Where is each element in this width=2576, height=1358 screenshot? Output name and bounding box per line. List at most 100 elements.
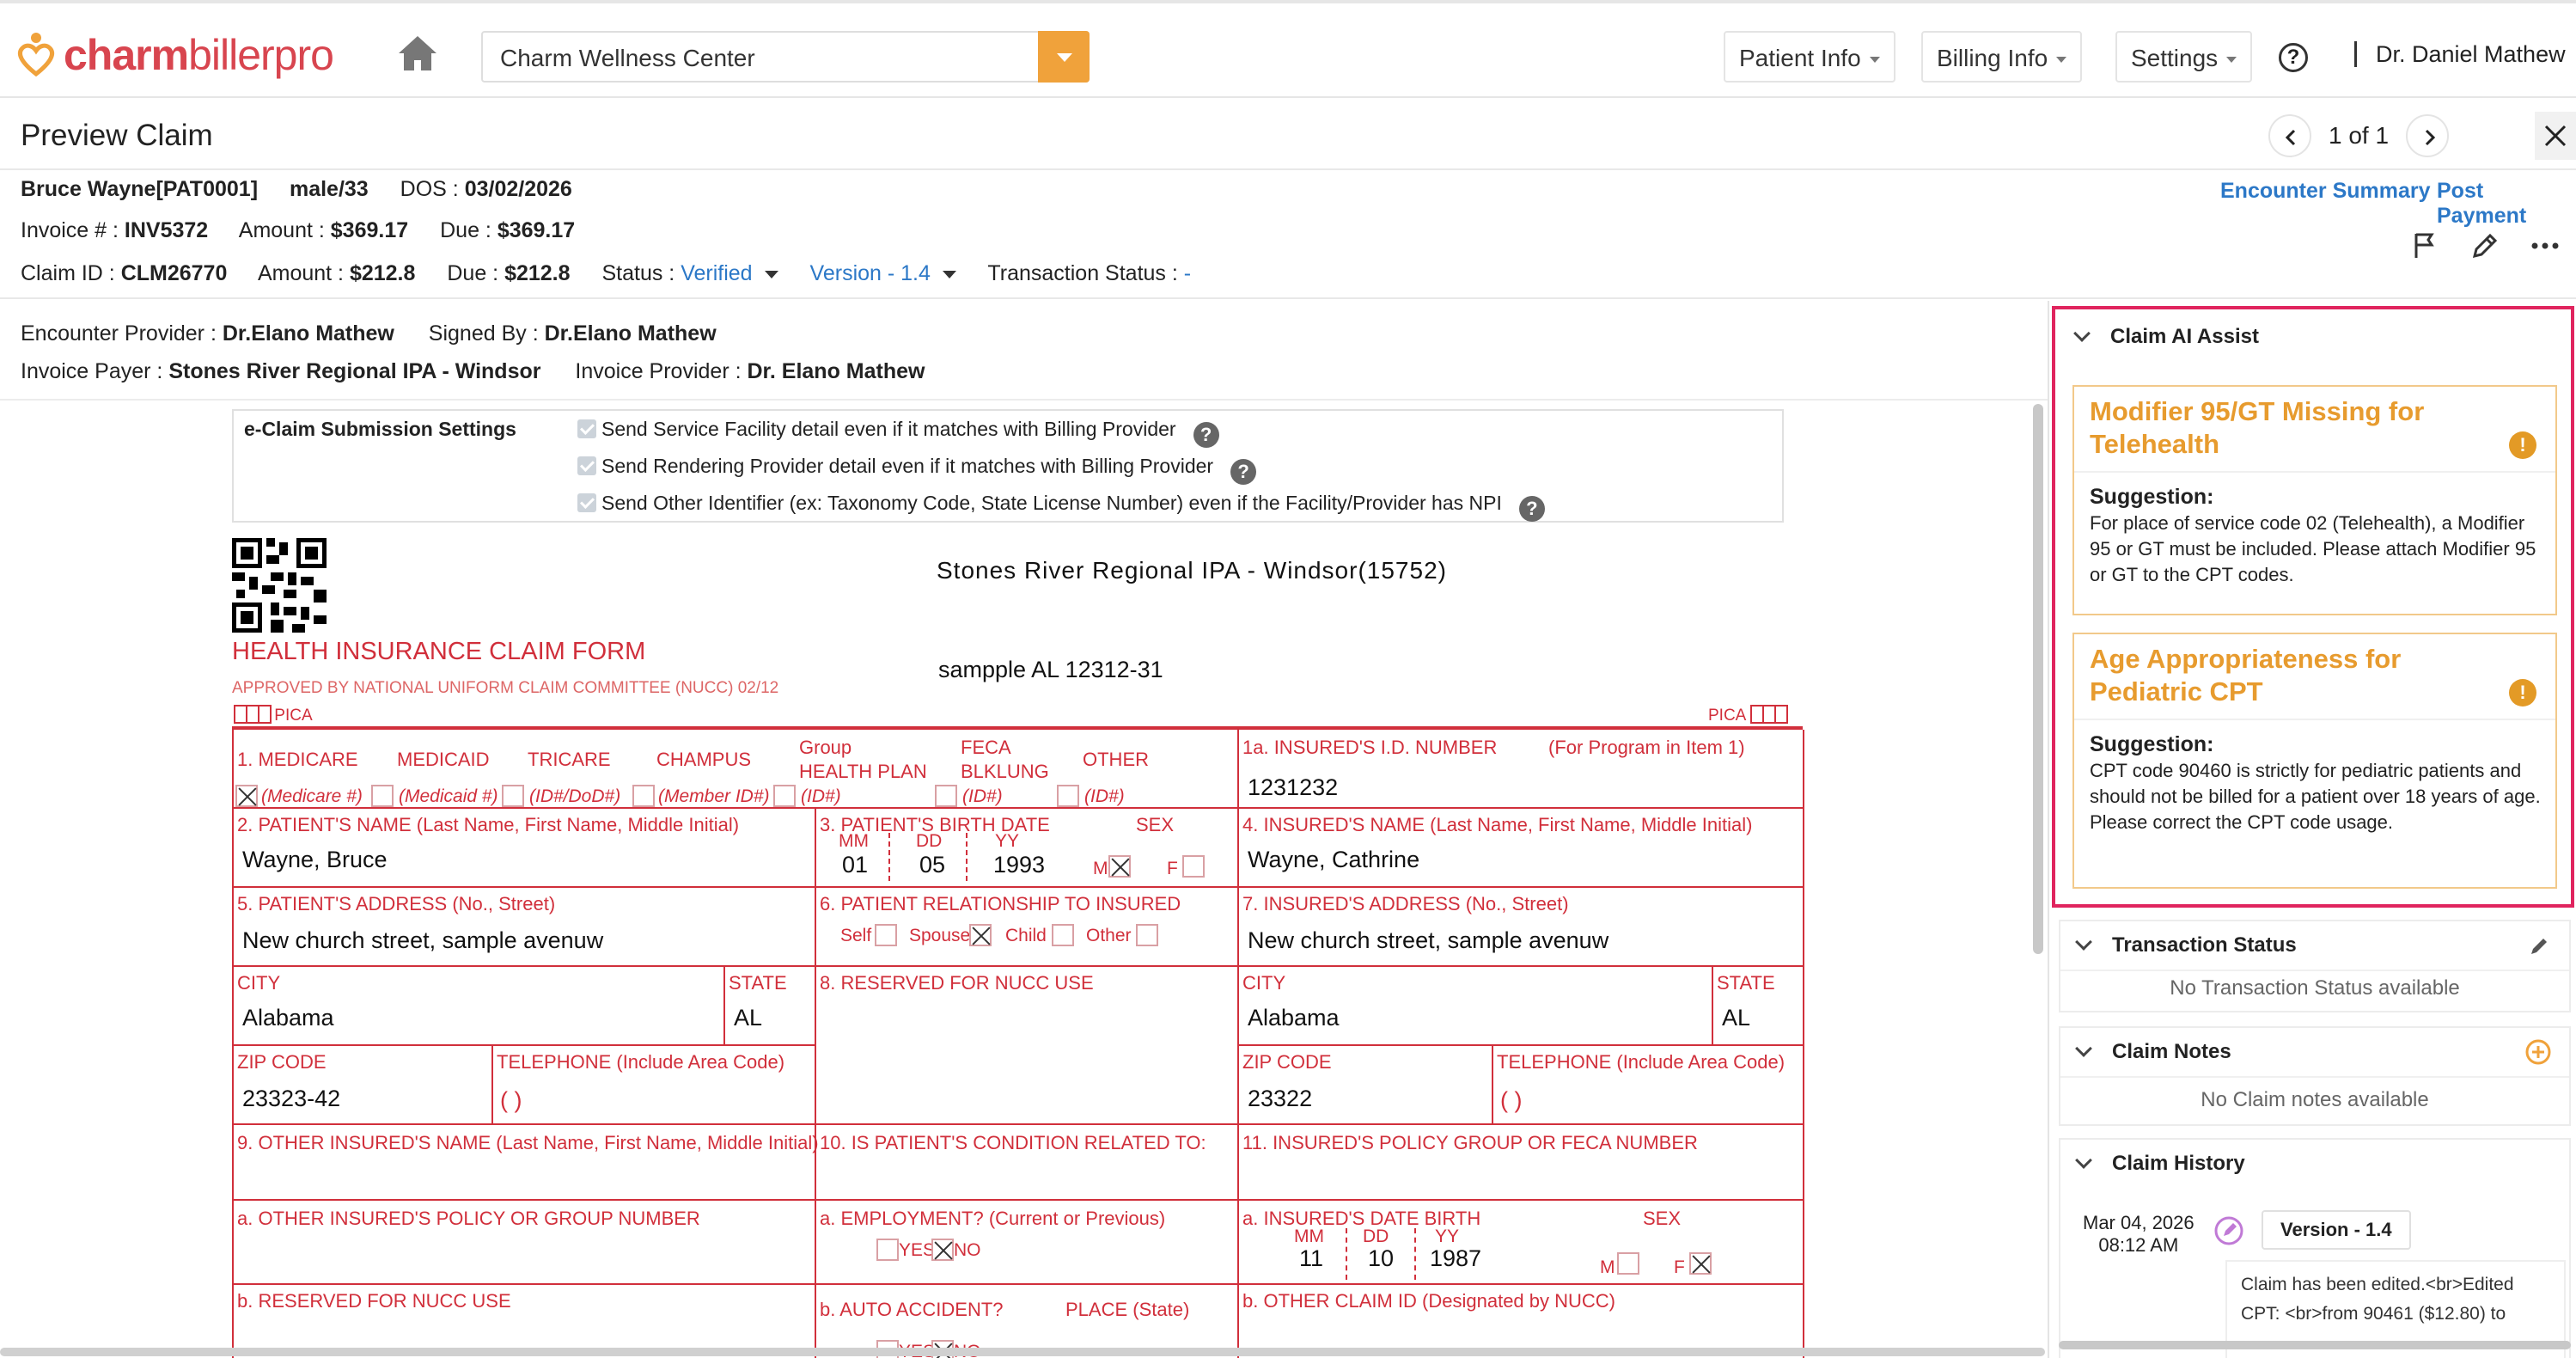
sex-label: SEX [1643,1208,1682,1229]
edit-pencil-icon[interactable] [2469,230,2500,261]
male-checkbox[interactable] [1108,855,1131,878]
field-7-insured-address: 7. INSURED'S ADDRESS (No., Street) New c… [1239,888,1804,967]
panel-scrollbar[interactable] [2059,1341,2571,1349]
suggestion-text: For place of service code 02 (Telehealth… [2090,512,2536,585]
tricare-checkbox[interactable] [502,785,524,807]
checkbox-checked[interactable] [577,419,596,438]
female-checkbox[interactable] [1182,855,1205,878]
claim-history-header[interactable]: Claim History [2072,1140,2245,1188]
chevron-down-icon [2075,933,2092,951]
encounter-summary-link[interactable]: Encounter Summary [2220,179,2431,204]
prev-claim-button[interactable] [2268,114,2311,157]
medicare-checkbox[interactable] [235,785,258,807]
patient-zip-value[interactable]: 23323-42 [242,1086,340,1112]
help-icon[interactable]: ? [1230,459,1257,485]
post-payment-link[interactable]: Post Payment [2437,179,2576,229]
suggestion-label: Suggestion: [2090,732,2214,756]
patient-city-value[interactable]: Alabama [242,1005,334,1031]
claim-scrollbar[interactable] [2033,404,2043,954]
location-select[interactable]: Charm Wellness Center [481,31,1090,83]
other-relationship-checkbox[interactable] [1136,924,1158,946]
employment-yes-checkbox[interactable] [876,1239,899,1261]
feca-checkbox[interactable] [935,785,957,807]
birth-year[interactable]: 1993 [993,852,1045,878]
version-dropdown[interactable]: Version - 1.4 [810,261,956,285]
field-8-reserved: 8. RESERVED FOR NUCC USE [816,967,1239,1125]
patient-name[interactable]: Bruce Wayne[PAT0001] [21,177,258,201]
yy-label: YY [1435,1226,1460,1246]
nav-patient-info[interactable]: Patient Info [1724,31,1895,83]
patient-phone-value[interactable]: ( ) [500,1087,522,1114]
champus-checkbox[interactable] [632,785,655,807]
patient-name-value[interactable]: Wayne, Bruce [242,847,388,873]
insured-birth-month[interactable]: 11 [1299,1245,1323,1272]
more-options-icon[interactable] [2530,230,2561,261]
insured-address-value[interactable]: New church street, sample avenuw [1248,927,1608,954]
setting-other-identifier[interactable]: Send Other Identifier (ex: Taxonomy Code… [577,492,1545,522]
home-icon[interactable] [397,34,438,72]
charmbillerpro-logo[interactable]: charm billerpro [15,28,334,83]
insured-female-checkbox[interactable] [1689,1252,1712,1275]
champus-label: CHAMPUS [656,749,752,770]
ai-suggestion-title: Age Appropriateness for Pediatric CPT [2090,644,2402,707]
insured-name-value[interactable]: Wayne, Cathrine [1248,847,1419,873]
chevron-down-icon[interactable] [1038,31,1090,83]
transaction-status-empty: No Transaction Status available [2170,976,2460,1000]
birth-month[interactable]: 01 [842,852,868,878]
status-dropdown[interactable]: Verified [681,261,778,285]
edit-pencil-icon[interactable] [2528,933,2552,957]
close-preview-button[interactable] [2535,112,2576,160]
invoice-provider: Dr. Elano Mathew [747,359,925,383]
amount-label: Amount : [238,218,331,242]
add-note-icon[interactable] [2524,1038,2552,1066]
help-icon[interactable]: ? [2279,43,2308,72]
caret-down-icon [1869,57,1880,64]
next-claim-button[interactable] [2406,114,2450,157]
claim-notes-header[interactable]: Claim Notes [2072,1028,2231,1076]
field-6-relationship: 6. PATIENT RELATIONSHIP TO INSURED Self … [816,888,1239,967]
flag-icon[interactable] [2409,230,2440,261]
checkbox-checked[interactable] [577,493,596,512]
state-label: STATE [729,972,787,994]
version-value: Version - 1.4 [809,261,931,285]
setting-rendering-provider[interactable]: Send Rendering Provider detail even if i… [577,455,1257,485]
pica-left: PICA [234,705,313,725]
self-checkbox[interactable] [875,924,897,946]
caret-down-icon [2226,57,2237,64]
insured-male-checkbox[interactable] [1617,1252,1639,1275]
patient-state-value[interactable]: AL [734,1005,762,1031]
employment-no-checkbox[interactable] [931,1239,954,1261]
help-icon[interactable]: ? [1193,422,1219,448]
edit-history-icon [2214,1216,2243,1245]
history-entry-line: Claim has been edited.<br>Edited [2241,1275,2514,1294]
medicaid-id-label: (Medicaid #) [399,786,498,806]
birth-day[interactable]: 05 [919,852,945,878]
nav-billing-info[interactable]: Billing Info [1921,31,2083,83]
insured-birth-day[interactable]: 10 [1368,1245,1394,1272]
insured-phone-value[interactable]: ( ) [1500,1087,1522,1114]
horizontal-scrollbar[interactable] [0,1348,2045,1356]
group-checkbox[interactable] [773,785,796,807]
dos-value: 03/02/2026 [464,177,572,201]
child-checkbox[interactable] [1052,924,1074,946]
insured-birth-year[interactable]: 1987 [1430,1245,1481,1272]
insured-id-value[interactable]: 1231232 [1248,774,1338,801]
insured-state-value[interactable]: AL [1722,1005,1750,1031]
transaction-status-header[interactable]: Transaction Status [2072,921,2297,970]
spouse-checkbox[interactable] [969,924,992,946]
medicaid-checkbox[interactable] [371,785,394,807]
top-navbar: charm billerpro Charm Wellness Center Pat… [0,0,2576,98]
user-menu[interactable]: Dr. Daniel Mathew [2354,41,2566,67]
insured-zip-value[interactable]: 23322 [1248,1086,1312,1112]
warning-icon: ! [2509,679,2536,707]
nav-settings[interactable]: Settings [2115,31,2253,83]
logo-text-billerpro: billerpro [188,31,334,79]
pica-label: PICA [1708,707,1746,725]
other-checkbox[interactable] [1057,785,1079,807]
help-icon[interactable]: ? [1518,496,1545,522]
insured-city-value[interactable]: Alabama [1248,1005,1340,1031]
checkbox-checked[interactable] [577,456,596,475]
patient-address-value[interactable]: New church street, sample avenuw [242,927,603,954]
field-5-label: 5. PATIENT'S ADDRESS (No., Street) [237,893,556,915]
setting-service-facility[interactable]: Send Service Facility detail even if it … [577,418,1219,448]
